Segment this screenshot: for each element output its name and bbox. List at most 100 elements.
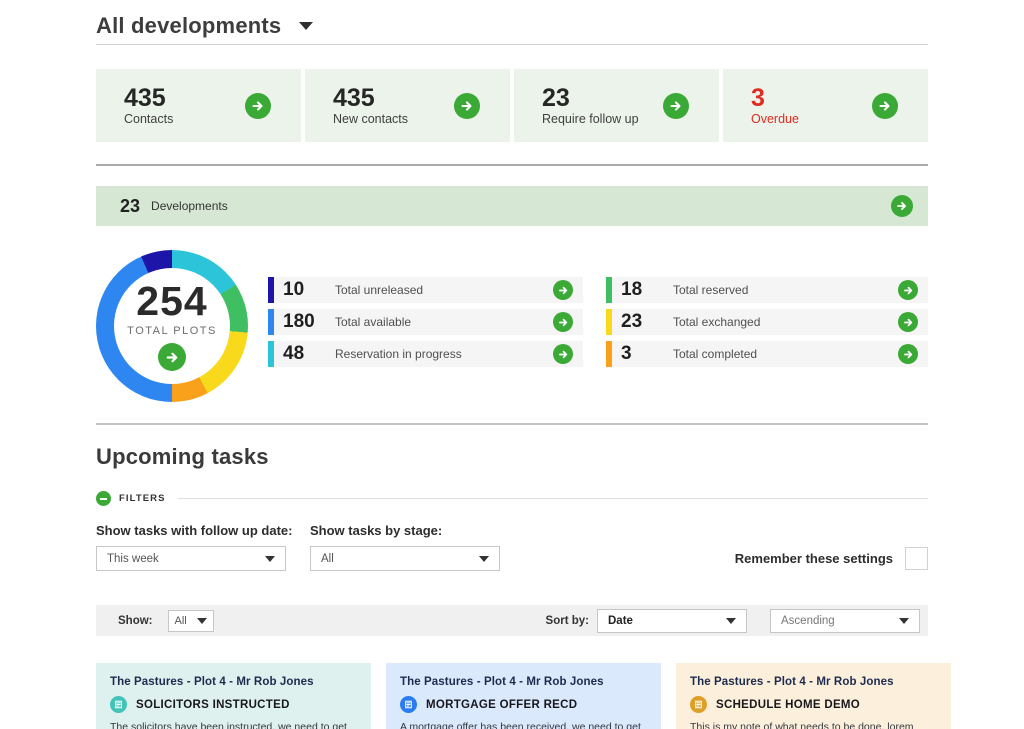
task-note-text: A mortgage offer has been received, we n… xyxy=(400,720,647,729)
arrow-right-icon[interactable] xyxy=(872,93,898,119)
note-icon xyxy=(110,696,127,713)
stat-label: New contacts xyxy=(333,112,408,126)
stat-card-require-follow-up[interactable]: 23 Require follow up xyxy=(514,69,719,142)
remember-settings-label: Remember these settings xyxy=(735,551,893,566)
filters-divider-line xyxy=(178,498,928,499)
chevron-down-icon xyxy=(479,556,489,562)
developments-count: 23 xyxy=(120,196,140,217)
task-note-text: The solicitors have been instructed, we … xyxy=(110,720,357,729)
filter-controls: Show tasks with follow up date: This wee… xyxy=(96,523,928,571)
section-divider xyxy=(96,164,928,166)
plot-stat-total-exchanged[interactable]: 23 Total exchanged xyxy=(606,309,928,335)
show-select[interactable]: All xyxy=(168,610,214,632)
upcoming-tasks-title: Upcoming tasks xyxy=(96,444,928,470)
plot-stat-total-completed[interactable]: 3 Total completed xyxy=(606,341,928,367)
stat-label: Total available xyxy=(335,315,553,329)
plots-overview: 254 TOTAL PLOTS 10 Total unreleased 180 … xyxy=(96,248,928,406)
arrow-right-icon[interactable] xyxy=(553,344,573,364)
list-controls-bar: Show: All Sort by: Date Ascending xyxy=(96,605,928,636)
chevron-down-icon xyxy=(265,556,275,562)
stat-label: Total exchanged xyxy=(673,315,898,329)
arrow-right-icon[interactable] xyxy=(454,93,480,119)
section-divider xyxy=(96,423,928,425)
chevron-down-icon xyxy=(726,618,736,624)
task-title: The Pastures - Plot 4 - Mr Rob Jones xyxy=(110,676,357,688)
developments-label: Developments xyxy=(151,199,228,213)
stat-value: 23 xyxy=(542,85,639,111)
stat-card-overdue[interactable]: 3 Overdue xyxy=(723,69,928,142)
arrow-right-icon[interactable] xyxy=(898,280,918,300)
task-title: The Pastures - Plot 4 - Mr Rob Jones xyxy=(400,676,647,688)
follow-up-date-label: Show tasks with follow up date: xyxy=(96,523,286,538)
stat-card-new-contacts[interactable]: 435 New contacts xyxy=(305,69,510,142)
arrow-right-icon[interactable] xyxy=(898,312,918,332)
filters-label: FILTERS xyxy=(119,493,166,504)
sort-direction-select[interactable]: Ascending xyxy=(770,609,920,633)
plot-stat-total-available[interactable]: 180 Total available xyxy=(268,309,583,335)
donut-center: 254 TOTAL PLOTS xyxy=(114,268,230,384)
collapse-minus-icon[interactable] xyxy=(96,491,111,506)
stat-label: Reservation in progress xyxy=(335,347,553,361)
plot-stat-total-reserved[interactable]: 18 Total reserved xyxy=(606,277,928,303)
developments-banner[interactable]: 23 Developments xyxy=(96,186,928,226)
stat-value: 10 xyxy=(283,279,335,301)
total-plots-value: 254 xyxy=(136,281,207,322)
total-plots-label: TOTAL PLOTS xyxy=(127,325,217,337)
follow-up-date-value: This week xyxy=(107,553,159,565)
chevron-down-icon[interactable] xyxy=(299,22,313,30)
total-plots-donut-chart: 254 TOTAL PLOTS xyxy=(96,250,248,402)
stats-row: 435 Contacts 435 New contacts 23 Require… xyxy=(96,69,928,142)
stat-value: 3 xyxy=(621,343,673,365)
stat-value: 435 xyxy=(333,85,408,111)
stage-select[interactable]: All xyxy=(310,546,500,571)
page-title: All developments xyxy=(96,13,281,39)
page-header: All developments xyxy=(96,0,928,45)
stat-label: Contacts xyxy=(124,112,173,126)
sort-field-select[interactable]: Date xyxy=(597,609,747,633)
stage-value: All xyxy=(321,553,334,565)
plot-stat-reservation-in-progress[interactable]: 48 Reservation in progress xyxy=(268,341,583,367)
stat-value: 435 xyxy=(124,85,173,111)
plot-stat-total-unreleased[interactable]: 10 Total unreleased xyxy=(268,277,583,303)
stat-value: 180 xyxy=(283,311,335,333)
arrow-right-icon[interactable] xyxy=(245,93,271,119)
remember-settings-checkbox[interactable] xyxy=(905,547,928,570)
follow-up-date-select[interactable]: This week xyxy=(96,546,286,571)
task-note-text: This is my note of what needs to be done… xyxy=(690,720,937,729)
task-stage-label: SCHEDULE HOME DEMO xyxy=(716,699,860,711)
task-title: The Pastures - Plot 4 - Mr Rob Jones xyxy=(690,676,937,688)
sort-field-value: Date xyxy=(608,615,633,627)
stat-label: Total reserved xyxy=(673,283,898,297)
arrow-right-icon[interactable] xyxy=(898,344,918,364)
task-stage-label: SOLICITORS INSTRUCTED xyxy=(136,699,290,711)
task-card-solicitors-instructed[interactable]: The Pastures - Plot 4 - Mr Rob Jones SOL… xyxy=(96,663,371,729)
show-value: All xyxy=(175,615,187,627)
filters-toggle-row: FILTERS xyxy=(96,491,928,506)
stat-card-contacts[interactable]: 435 Contacts xyxy=(96,69,301,142)
arrow-right-icon[interactable] xyxy=(891,195,913,217)
stat-value: 3 xyxy=(751,85,799,111)
task-card-mortgage-offer-recd[interactable]: The Pastures - Plot 4 - Mr Rob Jones MOR… xyxy=(386,663,661,729)
stat-value: 18 xyxy=(621,279,673,301)
arrow-right-icon[interactable] xyxy=(553,312,573,332)
task-card-schedule-home-demo[interactable]: The Pastures - Plot 4 - Mr Rob Jones SCH… xyxy=(676,663,951,729)
arrow-right-icon[interactable] xyxy=(158,343,186,371)
stage-label: Show tasks by stage: xyxy=(310,523,500,538)
arrow-right-icon[interactable] xyxy=(553,280,573,300)
task-cards-row: The Pastures - Plot 4 - Mr Rob Jones SOL… xyxy=(96,663,951,729)
chevron-down-icon xyxy=(197,618,207,624)
chevron-down-icon xyxy=(899,618,909,624)
plot-stats: 10 Total unreleased 180 Total available … xyxy=(268,248,928,406)
note-icon xyxy=(400,696,417,713)
arrow-right-icon[interactable] xyxy=(663,93,689,119)
task-stage-label: MORTGAGE OFFER RECD xyxy=(426,699,577,711)
stat-value: 23 xyxy=(621,311,673,333)
sort-direction-value: Ascending xyxy=(781,615,835,627)
sort-by-label: Sort by: xyxy=(546,615,589,627)
stat-label: Require follow up xyxy=(542,112,639,126)
stat-label: Total completed xyxy=(673,347,898,361)
stat-label: Overdue xyxy=(751,112,799,126)
show-label: Show: xyxy=(118,615,153,627)
note-icon xyxy=(690,696,707,713)
stat-value: 48 xyxy=(283,343,335,365)
